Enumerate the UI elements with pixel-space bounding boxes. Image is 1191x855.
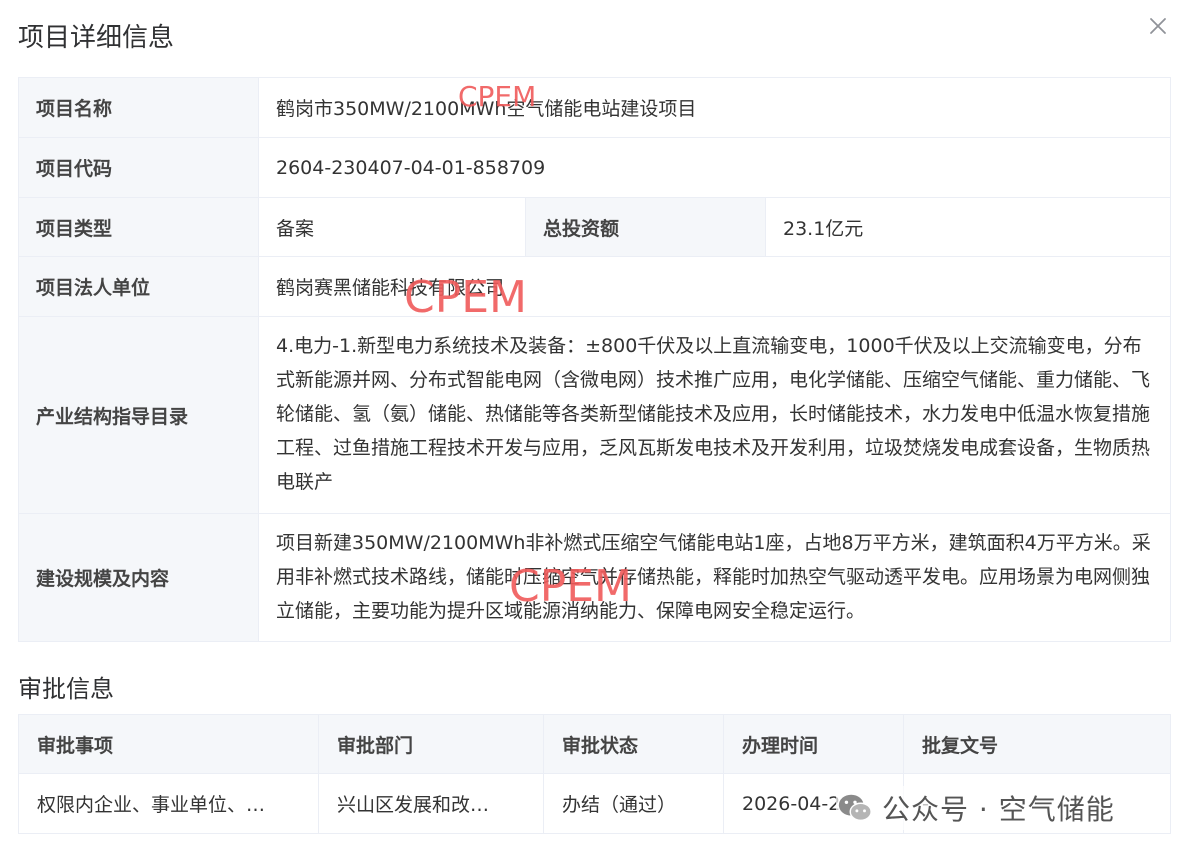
value-legal-entity: 鹤岗赛黑储能科技有限公司 xyxy=(257,256,1172,317)
value-project-name: 鹤岗市350MW/2100MWh空气储能电站建设项目 xyxy=(257,77,1172,138)
row-project-code: 项目代码 2604-230407-04-01-858709 xyxy=(18,137,1172,198)
header-handle-time: 办理时间 xyxy=(723,714,904,774)
project-detail-table: 项目名称 鹤岗市350MW/2100MWh空气储能电站建设项目 项目代码 260… xyxy=(18,77,1172,642)
label-construction-scale: 建设规模及内容 xyxy=(18,513,259,642)
row-industry-catalog: 产业结构指导目录 4.电力-1.新型电力系统技术及装备：±800千伏及以上直流输… xyxy=(18,316,1172,514)
cell-approval-dept: 兴山区发展和改… xyxy=(318,773,544,834)
close-button[interactable] xyxy=(1146,14,1170,38)
close-icon xyxy=(1150,18,1166,34)
approval-header-row: 审批事项 审批部门 审批状态 办理时间 批复文号 xyxy=(18,714,1171,774)
label-legal-entity: 项目法人单位 xyxy=(18,256,259,317)
label-total-investment: 总投资额 xyxy=(525,197,766,257)
row-project-name: 项目名称 鹤岗市350MW/2100MWh空气储能电站建设项目 xyxy=(18,77,1172,138)
value-industry-catalog: 4.电力-1.新型电力系统技术及装备：±800千伏及以上直流输变电，1000千伏… xyxy=(257,316,1172,514)
header-approval-dept: 审批部门 xyxy=(318,714,544,774)
approval-section-title: 审批信息 xyxy=(18,675,114,703)
label-project-code: 项目代码 xyxy=(18,137,259,198)
cell-approval-item: 权限内企业、事业单位、… xyxy=(18,773,319,834)
header-approval-item: 审批事项 xyxy=(18,714,319,774)
row-construction-scale: 建设规模及内容 项目新建350MW/2100MWh非补燃式压缩空气储能电站1座，… xyxy=(18,513,1172,642)
label-project-name: 项目名称 xyxy=(18,77,259,138)
value-construction-scale: 项目新建350MW/2100MWh非补燃式压缩空气储能电站1座，占地8万平方米，… xyxy=(257,513,1172,642)
row-legal-entity: 项目法人单位 鹤岗赛黑储能科技有限公司 xyxy=(18,256,1172,317)
wechat-account-badge: 公众号 · 空气储能 xyxy=(836,786,1133,830)
header-approval-number: 批复文号 xyxy=(903,714,1171,774)
row-project-type: 项目类型 备案 总投资额 23.1亿元 xyxy=(18,197,1172,257)
value-project-type: 备案 xyxy=(258,197,526,257)
header-approval-status: 审批状态 xyxy=(543,714,724,774)
label-industry-catalog: 产业结构指导目录 xyxy=(18,316,259,514)
cell-approval-status: 办结（通过） xyxy=(543,773,724,834)
value-project-code: 2604-230407-04-01-858709 xyxy=(257,137,1172,198)
wechat-account-text: 公众号 · 空气储能 xyxy=(882,793,1115,826)
dialog-title: 项目详细信息 xyxy=(18,23,175,53)
label-project-type: 项目类型 xyxy=(18,197,259,257)
value-total-investment: 23.1亿元 xyxy=(764,197,1172,257)
wechat-icon xyxy=(838,794,872,822)
